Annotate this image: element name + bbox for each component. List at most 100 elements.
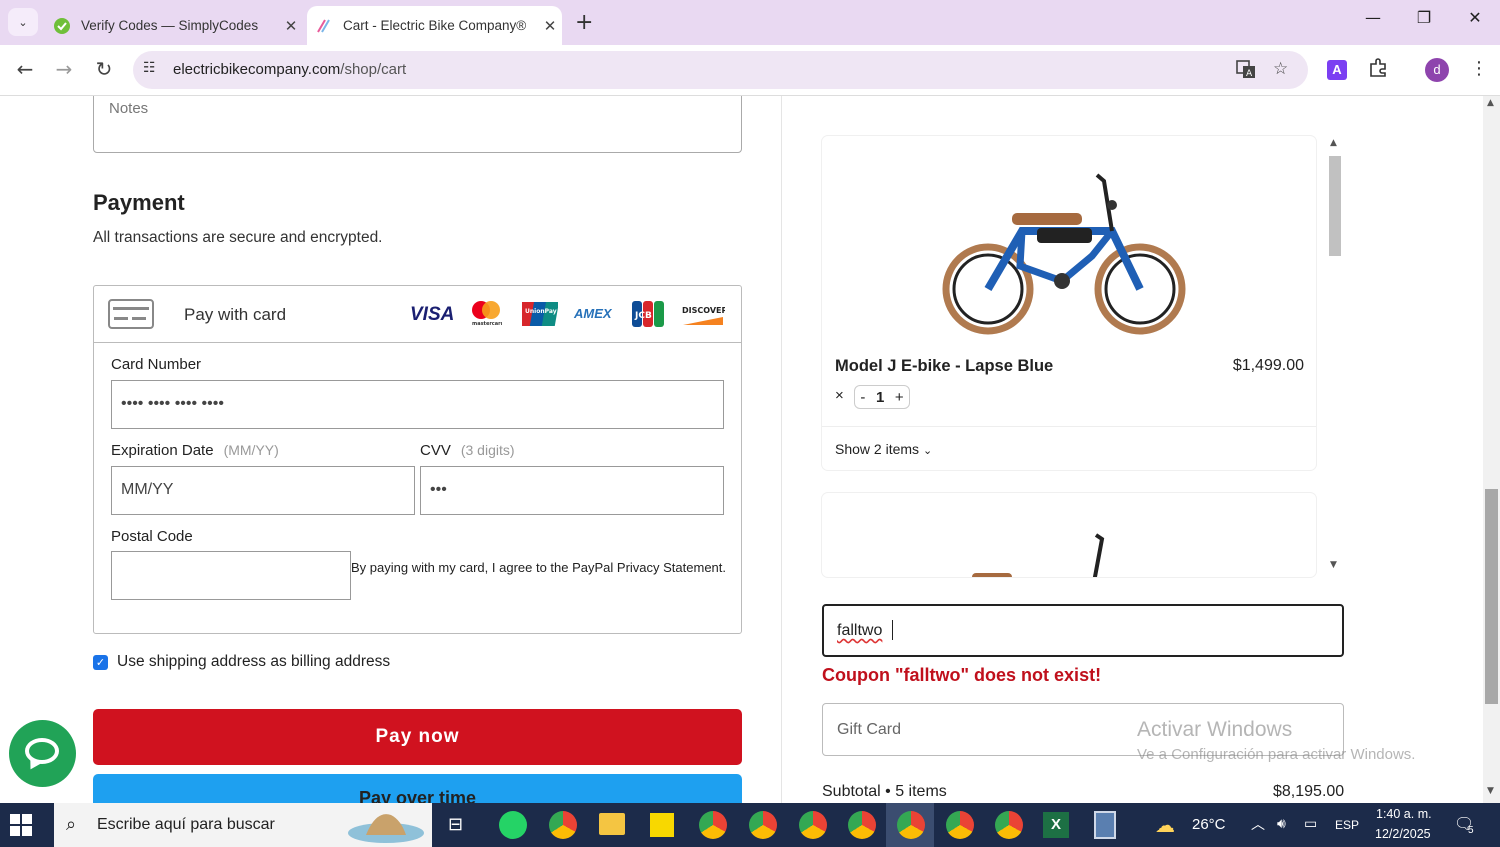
task-view-icon[interactable]: ⊟ (448, 814, 463, 835)
payment-heading: Payment (93, 190, 185, 215)
windows-start-icon[interactable] (10, 814, 32, 836)
discover-logo: DISCOVER (681, 303, 728, 332)
product-name: Model J E-bike - Lapse Blue (835, 357, 1054, 375)
windows-taskbar: ⌕ Escribe aquí para buscar ⊟ X ☁ 26°C ︿ … (0, 803, 1500, 847)
pay-over-time-button[interactable]: Pay over time (93, 774, 742, 803)
tab-simplycodes[interactable]: Verify Codes — SimplyCodes ✕ (45, 6, 303, 45)
chrome-profile-icon[interactable] (848, 811, 876, 839)
chrome-icon[interactable] (549, 811, 577, 839)
chrome-profile-icon[interactable] (897, 811, 925, 839)
paypal-privacy-statement: By paying with my card, I agree to the P… (351, 560, 727, 575)
notifications-count: 5 (1468, 825, 1474, 836)
network-icon[interactable]: ▭ (1304, 815, 1317, 832)
divider (822, 426, 1316, 427)
summary-scrollbar[interactable]: ▲ ▼ (1326, 136, 1342, 576)
qty-increase-button[interactable]: + (895, 389, 904, 406)
chrome-profile-icon[interactable] (749, 811, 777, 839)
cart-product-card-2 (822, 493, 1316, 577)
tab-cart[interactable]: Cart - Electric Bike Company® ✕ (307, 6, 562, 45)
expiration-hint: (MM/YY) (223, 442, 279, 458)
scroll-up-arrow-icon[interactable]: ▲ (1487, 98, 1494, 108)
electric-bike-favicon-icon (315, 17, 333, 35)
url-path: /shop/cart (340, 61, 407, 78)
menu-kebab-icon[interactable]: ⋮ (1470, 58, 1488, 79)
billing-address-checkbox-label[interactable]: Use shipping address as billing address (117, 653, 390, 671)
profile-avatar[interactable]: d (1425, 58, 1449, 82)
discount-code-input[interactable]: falltwo (822, 604, 1344, 657)
language-indicator[interactable]: ESP (1335, 818, 1359, 832)
calculator-icon[interactable] (1094, 811, 1116, 839)
expiration-placeholder: MM/YY (121, 481, 174, 498)
extensions-puzzle-icon[interactable] (1368, 58, 1388, 83)
summary-scrollbar-thumb[interactable] (1329, 156, 1341, 256)
page-scrollbar-thumb[interactable] (1485, 489, 1498, 704)
postal-code-input[interactable] (111, 551, 351, 600)
product-image[interactable] (942, 171, 1192, 340)
minimize-icon[interactable]: — (1350, 8, 1396, 27)
address-bar[interactable]: ☷ electricbikecompany.com/shop/cart A ☆ (133, 51, 1308, 89)
restore-icon[interactable]: ❐ (1401, 8, 1447, 27)
product-image-2[interactable] (962, 533, 1142, 577)
reload-icon[interactable]: ↻ (89, 57, 119, 81)
expiration-label: Expiration Date (MM/YY) (111, 442, 279, 459)
show-hidden-icons-icon[interactable]: ︿ (1251, 814, 1265, 834)
site-info-icon[interactable]: ☷ (143, 60, 156, 76)
file-explorer-icon[interactable] (599, 813, 625, 835)
tab-title: Cart - Electric Bike Company® (343, 18, 527, 33)
whatsapp-icon[interactable] (499, 811, 527, 839)
checkout-main-column: Notes Payment All transactions are secur… (0, 96, 782, 803)
pay-now-button[interactable]: Pay now (93, 709, 742, 765)
excel-icon[interactable]: X (1043, 812, 1069, 838)
close-tab-icon[interactable]: ✕ (279, 17, 303, 35)
pay-with-card-label: Pay with card (184, 305, 287, 324)
mastercard-logo: mastercard (470, 300, 505, 331)
subtotal-value: $8,195.00 (1273, 783, 1345, 800)
chat-widget-button[interactable] (9, 720, 76, 787)
chrome-profile-icon[interactable] (946, 811, 974, 839)
chrome-profile-icon[interactable] (995, 811, 1023, 839)
taskbar-search-box[interactable]: ⌕ Escribe aquí para buscar (54, 803, 432, 847)
back-icon[interactable]: ← (10, 57, 40, 81)
card-number-input[interactable]: •••• •••• •••• •••• (111, 380, 724, 429)
chrome-profile-icon[interactable] (699, 811, 727, 839)
billing-address-checkbox[interactable]: ✓ (93, 655, 108, 670)
translate-icon[interactable]: A (1236, 59, 1256, 84)
scroll-up-arrow-icon[interactable]: ▲ (1330, 138, 1337, 148)
cart-product-card: Model J E-bike - Lapse Blue $1,499.00 × … (822, 136, 1316, 470)
amex-logo: AMEX (574, 306, 612, 321)
tab-search-button[interactable]: ⌄ (8, 8, 38, 36)
notes-textarea[interactable]: Notes (93, 96, 742, 153)
chevron-down-icon: ⌄ (18, 15, 28, 29)
show-items-toggle[interactable]: Show 2 items ⌄ (835, 441, 932, 457)
weather-temperature[interactable]: 26°C (1192, 816, 1226, 833)
browser-toolbar: ← → ↻ ☷ electricbikecompany.com/shop/car… (0, 45, 1500, 96)
extension-a-icon[interactable]: A (1327, 60, 1347, 80)
bookmark-star-icon[interactable]: ☆ (1273, 59, 1288, 79)
scroll-down-arrow-icon[interactable]: ▼ (1487, 786, 1494, 796)
expiration-input[interactable]: MM/YY (111, 466, 415, 515)
forward-icon[interactable]: → (49, 57, 79, 81)
clock-date[interactable]: 12/2/2025 (1375, 827, 1431, 841)
cvv-input[interactable]: ••• (420, 466, 724, 515)
cvv-placeholder: ••• (430, 481, 447, 498)
svg-text:JCB: JCB (634, 311, 652, 321)
clock-time[interactable]: 1:40 a. m. (1376, 807, 1432, 821)
qty-decrease-button[interactable]: - (860, 389, 865, 406)
show-items-label: Show 2 items (835, 441, 920, 457)
card-payment-box: Pay with card VISA mastercard UnionPay A… (93, 285, 742, 634)
volume-icon[interactable]: 🔊︎ (1277, 815, 1286, 832)
notes-placeholder: Notes (109, 100, 149, 117)
page-scrollbar[interactable]: ▲ ▼ (1483, 96, 1500, 803)
close-tab-icon[interactable]: ✕ (538, 17, 562, 35)
search-highlight-illustration (348, 814, 424, 843)
pay-with-card-header[interactable]: Pay with card VISA mastercard UnionPay A… (94, 286, 741, 343)
qty-value: 1 (875, 388, 885, 406)
new-tab-icon[interactable]: + (575, 10, 593, 35)
close-window-icon[interactable]: ✕ (1452, 8, 1498, 27)
url-text[interactable]: electricbikecompany.com/shop/cart (173, 61, 406, 78)
sticky-notes-icon[interactable] (650, 813, 674, 837)
scroll-down-arrow-icon[interactable]: ▼ (1330, 560, 1337, 570)
weather-icon[interactable]: ☁ (1155, 813, 1175, 837)
url-domain: electricbikecompany.com (173, 61, 341, 78)
chrome-profile-icon[interactable] (799, 811, 827, 839)
